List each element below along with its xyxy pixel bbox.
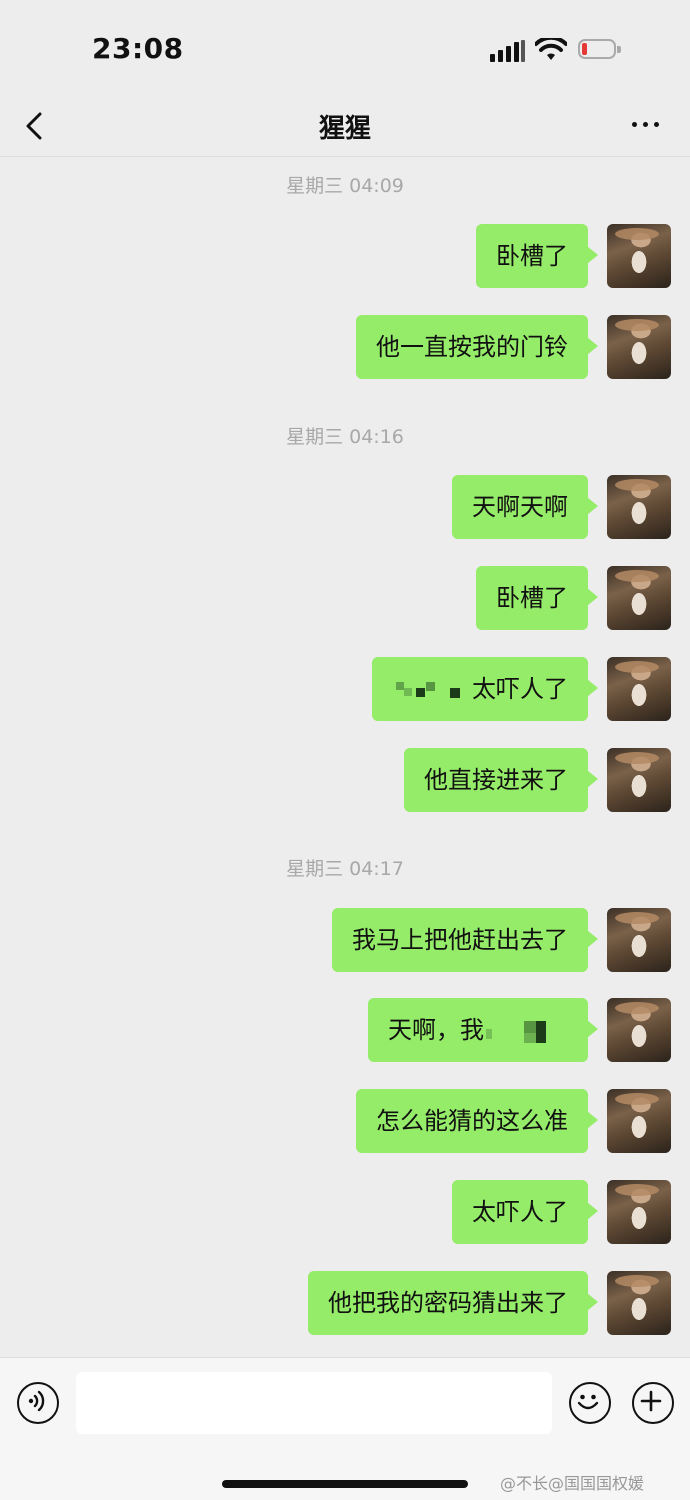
message-text: 天啊，我 bbox=[388, 1016, 484, 1044]
battery-icon bbox=[578, 39, 622, 61]
timestamp: 星期三 04:16 bbox=[286, 426, 404, 448]
cellular-signal-icon bbox=[490, 40, 526, 62]
timestamp: 星期三 04:09 bbox=[286, 175, 404, 197]
message-row: 我马上把他赶出去了 bbox=[0, 908, 690, 972]
avatar[interactable] bbox=[607, 315, 671, 379]
message-row: 他直接进来了 bbox=[0, 748, 690, 812]
message-bubble[interactable]: 天啊天啊 bbox=[452, 475, 598, 539]
message-row: 卧槽了 bbox=[0, 224, 690, 288]
message-bubble[interactable]: 怎么能猜的这么准 bbox=[356, 1089, 598, 1153]
more-options-icon[interactable] bbox=[626, 110, 666, 140]
message-row: 卧槽了 bbox=[0, 566, 690, 630]
avatar[interactable] bbox=[607, 908, 671, 972]
message-bubble[interactable]: 他把我的密码猜出来了 bbox=[308, 1271, 598, 1335]
message-bubble[interactable]: 他直接进来了 bbox=[404, 748, 598, 812]
nav-bar: 猩猩 bbox=[0, 100, 690, 157]
voice-icon[interactable] bbox=[17, 1382, 59, 1424]
pixelated-redaction bbox=[392, 678, 468, 702]
message-row: 天啊天啊 bbox=[0, 475, 690, 539]
avatar[interactable] bbox=[607, 748, 671, 812]
home-indicator[interactable] bbox=[222, 1480, 468, 1488]
wifi-icon bbox=[535, 38, 567, 60]
timestamp: 星期三 04:17 bbox=[286, 858, 404, 880]
message-row: 太吓人了 bbox=[0, 657, 690, 721]
message-row: 他一直按我的门铃 bbox=[0, 315, 690, 379]
avatar[interactable] bbox=[607, 998, 671, 1062]
avatar[interactable] bbox=[607, 1089, 671, 1153]
chat-title: 猩猩 bbox=[318, 114, 371, 144]
status-time: 23:08 bbox=[92, 32, 184, 65]
emoji-icon[interactable] bbox=[569, 1382, 611, 1424]
avatar[interactable] bbox=[607, 224, 671, 288]
message-text: 太吓人了 bbox=[472, 675, 568, 703]
pixelated-redaction bbox=[484, 1017, 564, 1045]
message-bubble[interactable]: 太吓人了 bbox=[372, 657, 598, 721]
message-row: 天啊，我 bbox=[0, 998, 690, 1062]
message-input[interactable] bbox=[76, 1372, 552, 1434]
status-bar: 23:08 bbox=[0, 0, 690, 100]
plus-icon[interactable] bbox=[632, 1382, 674, 1424]
message-bubble[interactable]: 卧槽了 bbox=[476, 224, 598, 288]
message-row: 怎么能猜的这么准 bbox=[0, 1089, 690, 1153]
message-bubble[interactable]: 我马上把他赶出去了 bbox=[332, 908, 598, 972]
chat-message-list[interactable]: 星期三 04:09 卧槽了 他一直按我的门铃 星期三 04:16 天啊天啊 卧槽… bbox=[0, 157, 690, 1357]
message-row: 太吓人了 bbox=[0, 1180, 690, 1244]
avatar[interactable] bbox=[607, 1271, 671, 1335]
message-bubble[interactable]: 他一直按我的门铃 bbox=[356, 315, 598, 379]
avatar[interactable] bbox=[607, 475, 671, 539]
input-bar: @不长@国国国权媛 bbox=[0, 1357, 690, 1500]
avatar[interactable] bbox=[607, 657, 671, 721]
message-bubble[interactable]: 天啊，我 bbox=[368, 998, 598, 1062]
message-row: 他把我的密码猜出来了 bbox=[0, 1271, 690, 1335]
message-bubble[interactable]: 卧槽了 bbox=[476, 566, 598, 630]
avatar[interactable] bbox=[607, 566, 671, 630]
avatar[interactable] bbox=[607, 1180, 671, 1244]
message-bubble[interactable]: 太吓人了 bbox=[452, 1180, 598, 1244]
watermark: @不长@国国国权媛 bbox=[500, 1474, 645, 1493]
